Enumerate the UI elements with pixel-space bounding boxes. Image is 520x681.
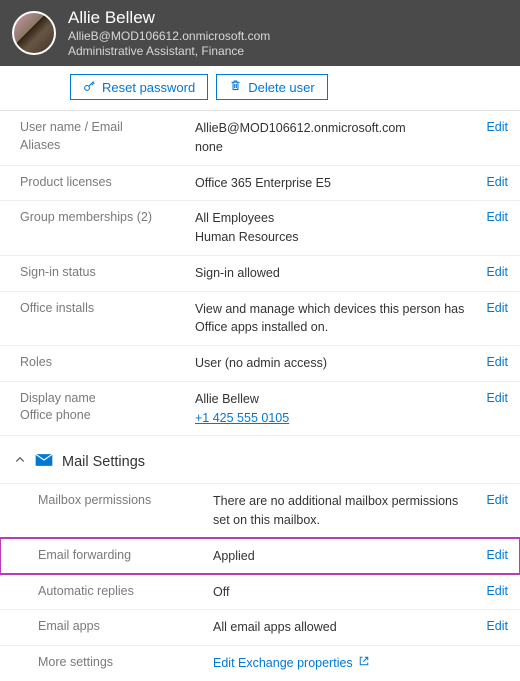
edit-roles[interactable]: Edit [480, 354, 508, 369]
mail-settings-title: Mail Settings [62, 454, 145, 470]
edit-display[interactable]: Edit [480, 390, 508, 405]
trash-icon [229, 79, 242, 95]
label-display-name: Display name [20, 391, 96, 405]
label-groups: Group memberships (2) [20, 209, 195, 227]
label-email-forwarding: Email forwarding [38, 547, 213, 565]
header-text: Allie Bellew AllieB@MOD106612.onmicrosof… [68, 8, 270, 58]
chevron-up-icon [14, 454, 26, 469]
label-email-apps: Email apps [38, 618, 213, 636]
detail-rows: User name / Email Aliases AllieB@MOD1066… [0, 110, 520, 681]
row-signin: Sign-in status Sign-in allowed Edit [0, 255, 520, 291]
edit-username[interactable]: Edit [480, 119, 508, 134]
label-signin: Sign-in status [20, 264, 195, 282]
row-mailbox-permissions: Mailbox permissions There are no additio… [0, 483, 520, 538]
row-installs: Office installs View and manage which de… [0, 291, 520, 346]
value-mailbox-permissions: There are no additional mailbox permissi… [213, 492, 480, 530]
edit-mailbox-permissions[interactable]: Edit [480, 492, 508, 507]
row-roles: Roles User (no admin access) Edit [0, 345, 520, 381]
row-groups: Group memberships (2) All Employees Huma… [0, 200, 520, 255]
value-display-name: Allie Bellew [195, 392, 259, 406]
row-email-forwarding: Email forwarding Applied Edit [0, 538, 520, 574]
action-bar: Reset password Delete user [0, 66, 520, 110]
row-licenses: Product licenses Office 365 Enterprise E… [0, 165, 520, 201]
edit-licenses[interactable]: Edit [480, 174, 508, 189]
mail-icon [34, 450, 54, 473]
edit-email-forwarding[interactable]: Edit [480, 547, 508, 562]
edit-exchange-properties-link[interactable]: Edit Exchange properties [213, 654, 370, 673]
row-more-settings: More settings Edit Exchange properties [0, 645, 520, 681]
edit-signin[interactable]: Edit [480, 264, 508, 279]
reset-password-button[interactable]: Reset password [70, 74, 208, 100]
value-automatic-replies: Off [213, 583, 480, 602]
edit-groups[interactable]: Edit [480, 209, 508, 224]
row-display: Display name Office phone Allie Bellew +… [0, 381, 520, 436]
mail-settings-header[interactable]: Mail Settings [0, 435, 520, 483]
label-more-settings: More settings [38, 654, 213, 672]
label-office-phone: Office phone [20, 407, 195, 425]
label-username: User name / Email [20, 120, 123, 134]
value-roles: User (no admin access) [195, 354, 480, 373]
value-groups-1: All Employees [195, 211, 274, 225]
label-automatic-replies: Automatic replies [38, 583, 213, 601]
user-header: Allie Bellew AllieB@MOD106612.onmicrosof… [0, 0, 520, 66]
row-username: User name / Email Aliases AllieB@MOD1066… [0, 110, 520, 165]
label-roles: Roles [20, 354, 195, 372]
value-signin: Sign-in allowed [195, 264, 480, 283]
label-installs: Office installs [20, 300, 195, 318]
label-mailbox-permissions: Mailbox permissions [38, 492, 213, 510]
delete-user-button[interactable]: Delete user [216, 74, 327, 100]
value-groups-2: Human Resources [195, 228, 472, 247]
value-email-apps: All email apps allowed [213, 618, 480, 637]
user-email: AllieB@MOD106612.onmicrosoft.com [68, 29, 270, 43]
avatar [12, 11, 56, 55]
label-aliases: Aliases [20, 137, 195, 155]
edit-email-apps[interactable]: Edit [480, 618, 508, 633]
user-title: Administrative Assistant, Finance [68, 44, 270, 58]
label-licenses: Product licenses [20, 174, 195, 192]
user-name: Allie Bellew [68, 8, 270, 28]
edit-installs[interactable]: Edit [480, 300, 508, 315]
row-automatic-replies: Automatic replies Off Edit [0, 574, 520, 610]
key-icon [83, 79, 96, 95]
value-username: AllieB@MOD106612.onmicrosoft.com [195, 121, 406, 135]
value-office-phone[interactable]: +1 425 555 0105 [195, 411, 289, 425]
value-email-forwarding: Applied [213, 547, 480, 566]
value-installs: View and manage which devices this perso… [195, 300, 480, 338]
mail-settings-rows: Mailbox permissions There are no additio… [0, 483, 520, 681]
external-link-icon [358, 654, 370, 673]
reset-password-label: Reset password [102, 80, 195, 95]
edit-exchange-properties-text: Edit Exchange properties [213, 654, 353, 673]
edit-automatic-replies[interactable]: Edit [480, 583, 508, 598]
delete-user-label: Delete user [248, 80, 314, 95]
value-licenses: Office 365 Enterprise E5 [195, 174, 480, 193]
value-aliases: none [195, 138, 472, 157]
row-email-apps: Email apps All email apps allowed Edit [0, 609, 520, 645]
